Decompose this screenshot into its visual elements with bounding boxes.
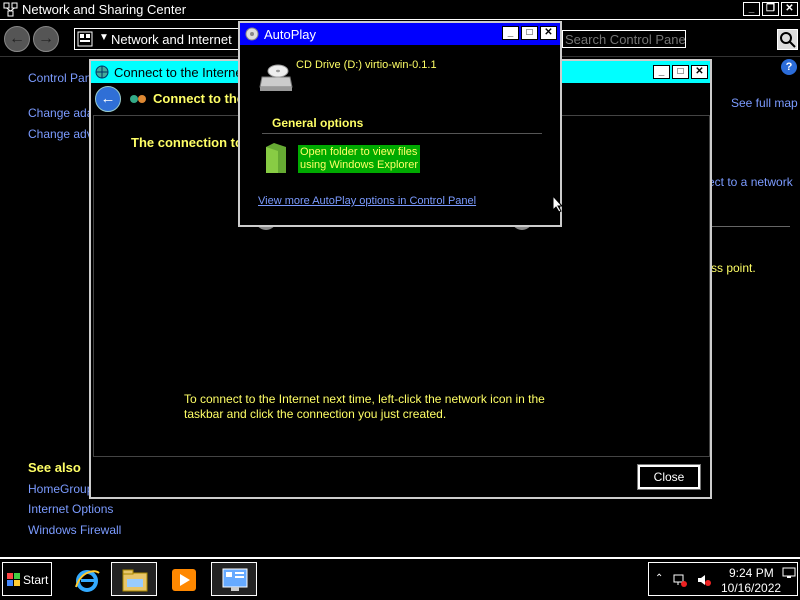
autoplay-title: AutoPlay — [264, 27, 317, 42]
dialog-window-controls: _ □ ✕ — [653, 65, 708, 79]
window-controls: _ ❐ ✕ — [743, 2, 798, 16]
link-see-full-map[interactable]: See full map — [731, 96, 798, 110]
taskbar-media-player[interactable] — [160, 562, 206, 596]
breadcrumb[interactable]: ▼ Network and Internet — [74, 28, 240, 50]
show-desktop-icon[interactable] — [782, 567, 796, 579]
drive-label: CD Drive (D:) virtio-win-0.1.1 — [296, 59, 437, 71]
start-button[interactable]: Start — [2, 562, 52, 596]
taskbar-windows-explorer[interactable] — [111, 562, 157, 596]
close-button[interactable]: Close — [637, 464, 701, 490]
dialog-close-x-button[interactable]: ✕ — [691, 65, 708, 79]
main-titlebar: Network and Sharing Center _ ❐ ✕ — [0, 0, 800, 20]
general-options-heading: General options — [272, 116, 364, 130]
forward-button[interactable]: → — [33, 26, 59, 52]
autoplay-window-controls: _ □ ✕ — [502, 26, 557, 40]
dialog-back-button[interactable]: ← — [95, 86, 121, 112]
system-tray: ⌃ 9:24 PM 10/16/2022 — [648, 562, 798, 596]
network-status-icon[interactable] — [673, 573, 687, 587]
open-folder-line2: using Windows Explorer — [300, 159, 418, 171]
network-icon — [3, 2, 18, 17]
internet-explorer-icon — [75, 570, 100, 592]
clock-date[interactable]: 10/16/2022 — [721, 581, 781, 595]
start-label: Start — [23, 573, 49, 587]
minimize-button[interactable]: _ — [743, 2, 760, 16]
autoplay-icon — [245, 27, 259, 41]
autoplay-minimize-button[interactable]: _ — [502, 26, 519, 40]
autoplay-maximize-button[interactable]: □ — [521, 26, 538, 40]
dialog-info-text: To connect to the Internet next time, le… — [184, 392, 545, 421]
dialog-minimize-button[interactable]: _ — [653, 65, 670, 79]
search-field[interactable] — [562, 30, 686, 48]
clock-time[interactable]: 9:24 PM — [729, 566, 774, 580]
help-icon[interactable]: ? — [781, 59, 797, 75]
dialog-title: Connect to the Internet — [114, 65, 247, 80]
link-connect-to-network[interactable]: ect to a network — [708, 175, 793, 189]
taskbar-internet-explorer[interactable] — [63, 562, 109, 596]
divider — [708, 226, 790, 227]
taskbar: Start ⌃ 9:24 PM 10/16/2022 — [0, 557, 800, 600]
back-button[interactable]: ← — [4, 26, 30, 52]
search-icon — [780, 32, 796, 48]
back-arrow-icon: ← — [9, 30, 25, 47]
autoplay-titlebar: AutoPlay _ □ ✕ — [240, 23, 560, 45]
volume-muted-icon[interactable] — [697, 573, 711, 587]
forward-arrow-icon: → — [38, 30, 54, 47]
breadcrumb-item-network-internet[interactable]: Network and Internet — [111, 32, 232, 47]
open-folder-option[interactable]: Open folder to view files using Windows … — [298, 145, 420, 173]
open-folder-line1: Open folder to view files — [300, 146, 418, 158]
link-internet-options[interactable]: Internet Options — [28, 502, 113, 516]
see-also-heading: See also — [28, 460, 81, 475]
connect-wizard-icon — [130, 95, 146, 103]
autoplay-close-button[interactable]: ✕ — [540, 26, 557, 40]
cd-drive-icon — [259, 64, 293, 91]
link-homegroup[interactable]: HomeGroup — [28, 482, 93, 496]
access-point-text: ss point. — [711, 261, 756, 275]
search-input[interactable] — [563, 31, 685, 47]
search-button[interactable] — [777, 29, 798, 50]
close-window-button[interactable]: ✕ — [781, 2, 798, 16]
taskbar-control-panel[interactable] — [211, 562, 257, 596]
control-panel-icon — [77, 31, 93, 47]
more-autoplay-options-link[interactable]: View more AutoPlay options in Control Pa… — [258, 195, 476, 207]
window-title: Network and Sharing Center — [22, 2, 187, 17]
chevron-down-icon[interactable]: ▼ — [99, 32, 109, 43]
show-hidden-icons-icon[interactable]: ⌃ — [655, 573, 663, 584]
restore-button[interactable]: ❐ — [762, 2, 779, 16]
windows-logo-icon — [7, 573, 20, 586]
media-player-icon — [172, 569, 196, 591]
section-divider — [262, 133, 542, 134]
windows-explorer-icon — [122, 569, 148, 592]
autoplay-window: AutoPlay _ □ ✕ CD Drive (D:) virtio-win-… — [238, 21, 562, 227]
folder-icon — [266, 143, 286, 173]
mouse-cursor-icon — [552, 195, 564, 213]
dialog-maximize-button[interactable]: □ — [672, 65, 689, 79]
control-panel-icon — [222, 568, 248, 591]
link-windows-firewall[interactable]: Windows Firewall — [28, 523, 121, 537]
network-globe-icon — [95, 65, 109, 79]
